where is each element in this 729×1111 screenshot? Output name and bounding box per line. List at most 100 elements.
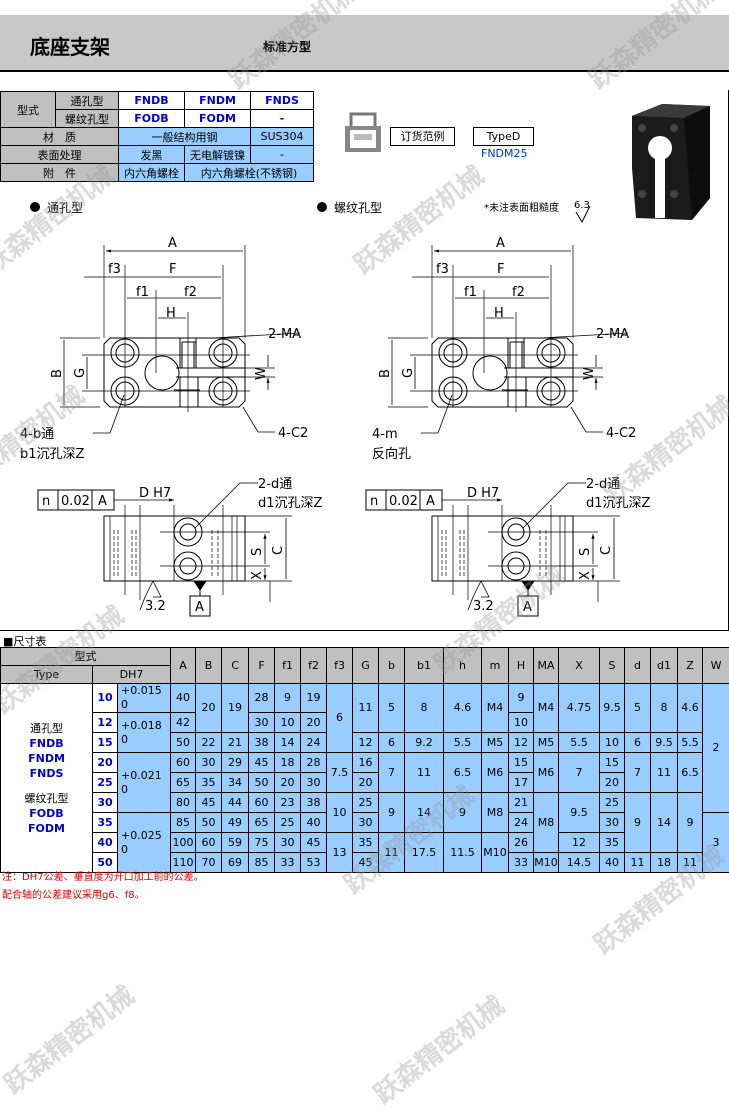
surface-value: -: [251, 146, 314, 164]
label-4-m: 4-m: [372, 427, 398, 442]
cell-d1: 14: [651, 793, 678, 853]
cell-g: 16: [353, 753, 379, 773]
cell-s: 9.5: [600, 684, 625, 733]
cell-f: 60: [249, 793, 275, 813]
model: FNDB: [119, 92, 185, 110]
cell-f: 65: [249, 813, 275, 833]
dh7-cell: +0.015 0: [118, 684, 171, 713]
cell-f1: 14: [275, 733, 301, 753]
cell-h: 15: [509, 753, 534, 773]
cell-h: 24: [509, 813, 534, 833]
column-header: h: [444, 648, 482, 684]
dim-w: W: [254, 367, 269, 380]
column-header: d1: [651, 648, 678, 684]
material-label: 材 质: [1, 128, 119, 146]
cell-g: 45: [353, 853, 379, 873]
cell-d1: 18: [651, 853, 678, 873]
dim-f: F: [497, 262, 504, 277]
type-group-label: 通孔型: [1, 721, 92, 736]
dim-s: S: [250, 548, 265, 556]
cell-s: 40: [600, 853, 625, 873]
cell-s: 25: [600, 793, 625, 813]
model: FODM: [185, 110, 251, 128]
dim-f: F: [169, 262, 176, 277]
tolerance-value: 0.02: [61, 494, 90, 509]
column-header: B: [196, 648, 222, 684]
watermark: 跃森精密机械: [365, 986, 511, 1111]
cell-s: 30: [600, 813, 625, 833]
type-model: FNDS: [1, 766, 92, 781]
cell-z: 6.5: [678, 753, 703, 793]
cell-f1: 25: [275, 813, 301, 833]
cell-x: 4.75: [559, 684, 600, 733]
accessory-value: 内六角螺栓(不锈钢): [185, 164, 314, 182]
cell-z: 4.6: [678, 684, 703, 733]
dim-w: W: [582, 367, 597, 380]
cell-x: 5.5: [559, 733, 600, 753]
size-cell: 10: [93, 684, 118, 713]
cell-f1: 23: [275, 793, 301, 813]
order-example-button[interactable]: 订货范例: [390, 127, 455, 146]
dim-h: H: [494, 306, 504, 321]
column-header: S: [600, 648, 625, 684]
cell-h: 26: [509, 833, 534, 853]
cell-x: 9.5: [559, 793, 600, 833]
cell-f1: 33: [275, 853, 301, 873]
dim-a: A: [168, 236, 177, 251]
table-row: 35+0.025 08550496525403024303: [1, 813, 729, 833]
cell-h: 33: [509, 853, 534, 873]
cell-f1: 9: [275, 684, 301, 713]
table-row: 3080454460233810259149M821M89.5259149: [1, 793, 729, 813]
cell-b: 45: [196, 793, 222, 813]
threaded-type-title: 螺纹孔型: [334, 201, 382, 215]
dim-f2: f2: [512, 285, 525, 300]
type-model: FNDM: [1, 751, 92, 766]
label-4-c2: 4-C2: [606, 426, 636, 441]
cell-f1: 10: [275, 713, 301, 733]
printer-icon[interactable]: [343, 112, 383, 156]
type-d-button[interactable]: TypeD: [473, 127, 534, 146]
label-d1: d1沉孔深Z: [258, 496, 323, 511]
size-cell: 40: [93, 833, 118, 853]
cell-a: 40: [171, 684, 196, 713]
cell-f1: 30: [275, 833, 301, 853]
size-cell: 35: [93, 813, 118, 833]
column-header: H: [509, 648, 534, 684]
cell-g: 11: [353, 684, 379, 733]
dim-g: G: [73, 368, 88, 378]
cell-d: 11: [625, 853, 651, 873]
cell-d: 5: [625, 684, 651, 733]
cell-g: 20: [353, 773, 379, 793]
column-header: G: [353, 648, 379, 684]
cell-ma: M10: [534, 853, 559, 873]
dim-f3: f3: [108, 262, 121, 277]
tolerance-symbol: n: [370, 494, 378, 509]
label-d1: d1沉孔深Z: [586, 496, 651, 511]
cell-ma: M6: [534, 753, 559, 793]
surface-value: 无电解镀镍: [185, 146, 251, 164]
cell-f2: 30: [301, 773, 327, 793]
cell-z: 11: [678, 853, 703, 873]
cell-h: 4.6: [444, 684, 482, 733]
through-type-title: 通孔型: [47, 201, 83, 215]
cell-m: M8: [482, 793, 509, 833]
column-header: f2: [301, 648, 327, 684]
cell-b: 22: [196, 733, 222, 753]
label-4-c2: 4-C2: [278, 426, 308, 441]
cell-f2: 53: [301, 853, 327, 873]
label-2-ma: 2-MA: [596, 327, 629, 342]
dim-b: B: [378, 369, 393, 378]
cell-c: 69: [222, 853, 249, 873]
cell-b1: 9.2: [405, 733, 444, 753]
column-header: d: [625, 648, 651, 684]
cell-g: 30: [353, 813, 379, 833]
cell-x: 14.5: [559, 853, 600, 873]
cell-b: 20: [196, 684, 222, 733]
cell-f2: 19: [301, 684, 327, 713]
dh7-cell: +0.021 0: [118, 753, 171, 813]
cell-x: 12: [559, 833, 600, 853]
cell-c: 59: [222, 833, 249, 853]
cell-c: 44: [222, 793, 249, 813]
cell-b: 6: [379, 733, 405, 753]
label-2-d: 2-d通: [258, 477, 292, 492]
